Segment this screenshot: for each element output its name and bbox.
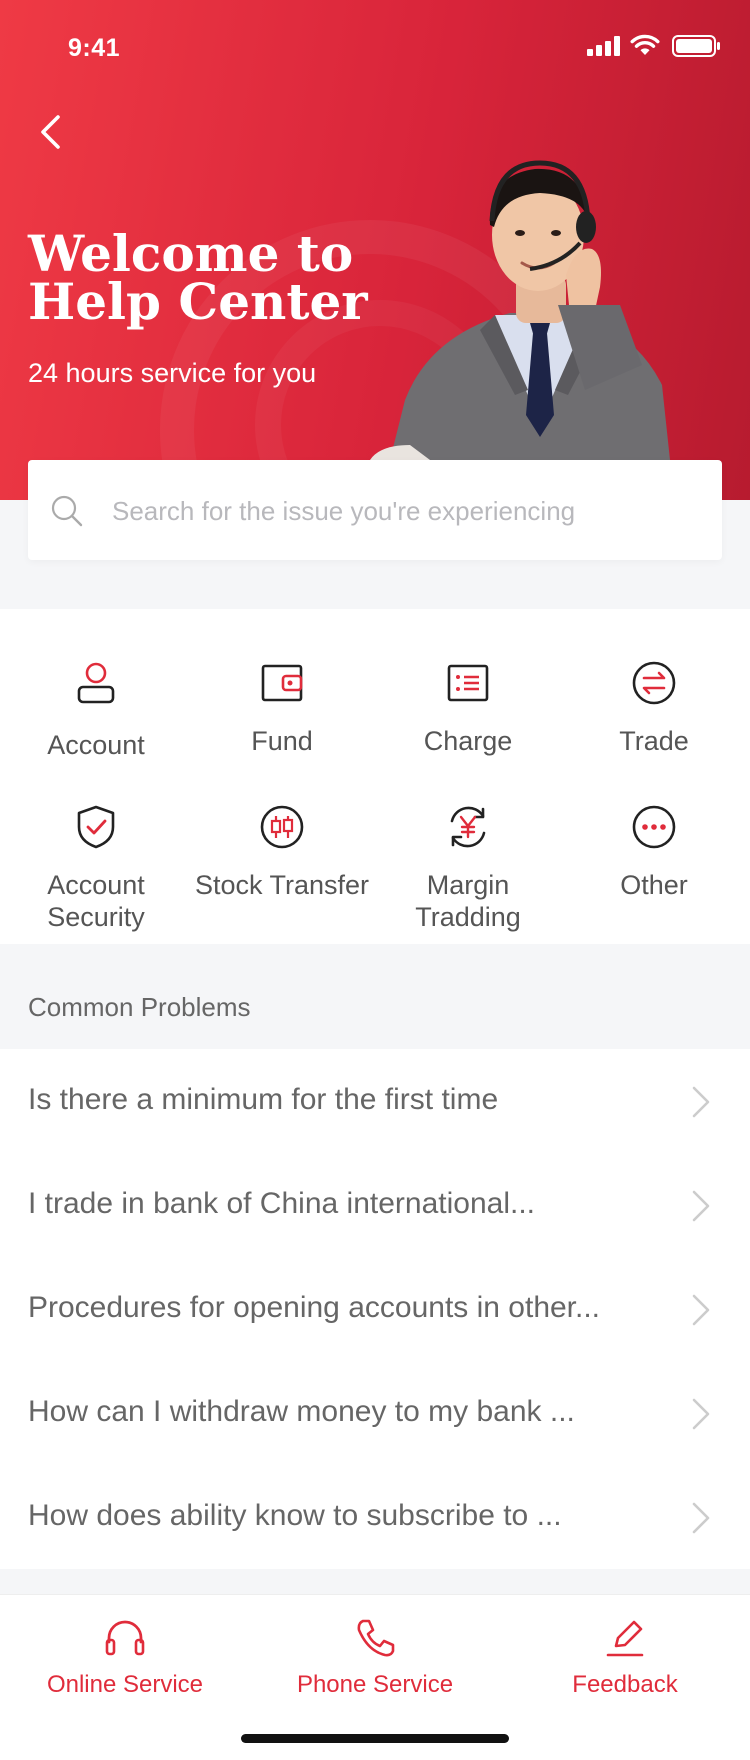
category-trade[interactable]: Trade (561, 657, 747, 757)
yen-refresh-icon (375, 801, 561, 853)
phone-service-button[interactable]: Phone Service (260, 1615, 490, 1699)
signal-icon (587, 36, 621, 61)
category-label: Account Security (47, 870, 145, 932)
edit-icon (510, 1615, 740, 1661)
battery-icon (672, 35, 720, 62)
online-service-button[interactable]: Online Service (10, 1615, 240, 1699)
problem-text: How does ability know to subscribe to ..… (28, 1499, 562, 1532)
list-item[interactable]: Procedures for opening accounts in other… (0, 1257, 750, 1361)
category-account-security[interactable]: Account Security (3, 801, 189, 933)
section-heading: Common Problems (28, 992, 251, 1022)
category-label: Stock Transfer (194, 870, 370, 900)
chevron-left-icon (41, 115, 60, 149)
wifi-icon (630, 34, 660, 61)
bottom-label: Feedback (572, 1671, 678, 1698)
candlestick-icon (189, 801, 375, 853)
wallet-icon (189, 657, 375, 709)
home-indicator[interactable] (241, 1734, 509, 1743)
page-subtitle: 24 hours service for you (28, 358, 317, 388)
category-account[interactable]: Account (3, 657, 189, 761)
phone-icon (260, 1615, 490, 1661)
exchange-icon (561, 657, 747, 709)
category-label: Other (620, 870, 688, 900)
list-item[interactable]: How does ability know to subscribe to ..… (0, 1465, 750, 1569)
bottom-label: Online Service (46, 1671, 204, 1698)
category-label: Charge (423, 726, 513, 756)
chevron-right-icon (690, 1188, 712, 1229)
category-label: Account (47, 730, 145, 760)
category-label: Margin Tradding (415, 870, 521, 932)
status-time: 9:41 (68, 34, 121, 62)
search-input[interactable]: Search for the issue you're experiencing (112, 496, 575, 527)
category-fund[interactable]: Fund (189, 657, 375, 757)
list-icon (375, 657, 561, 709)
category-stock-transfer[interactable]: Stock Transfer (189, 801, 375, 901)
category-margin-trading[interactable]: Margin Tradding (375, 801, 561, 933)
problem-text: Procedures for opening accounts in other… (28, 1291, 601, 1324)
search-icon (50, 494, 84, 533)
category-other[interactable]: Other (561, 801, 747, 901)
category-label: Trade (619, 726, 689, 756)
hero-banner: 9:41 Welcome to Help Center 24 hours ser… (0, 0, 750, 500)
chevron-right-icon (690, 1396, 712, 1437)
bottom-label: Phone Service (296, 1671, 454, 1698)
list-item[interactable]: Is there a minimum for the first time (0, 1049, 750, 1153)
chevron-right-icon (690, 1084, 712, 1125)
chevron-right-icon (690, 1500, 712, 1541)
feedback-button[interactable]: Feedback (510, 1615, 740, 1699)
more-icon (561, 801, 747, 853)
bottom-bar: Online Service Phone Service Feedback (0, 1594, 750, 1760)
chevron-right-icon (690, 1292, 712, 1333)
support-agent-image (370, 160, 670, 460)
category-label: Fund (251, 726, 313, 756)
problem-text: I trade in bank of China international..… (28, 1187, 535, 1220)
status-bar: 9:41 (0, 0, 750, 98)
search-bar[interactable]: Search for the issue you're experiencing (28, 460, 722, 560)
back-button[interactable] (30, 108, 70, 156)
problem-text: How can I withdraw money to my bank ... (28, 1395, 575, 1428)
list-item[interactable]: I trade in bank of China international..… (0, 1153, 750, 1257)
problem-text: Is there a minimum for the first time (28, 1083, 499, 1116)
problem-list: Is there a minimum for the first time I … (0, 1049, 750, 1569)
shield-check-icon (3, 801, 189, 853)
list-item[interactable]: How can I withdraw money to my bank ... (0, 1361, 750, 1465)
category-charge[interactable]: Charge (375, 657, 561, 757)
user-icon (3, 657, 189, 709)
category-grid: Account Fund Charge Trade Account Securi… (0, 609, 750, 944)
headset-icon (10, 1615, 240, 1661)
